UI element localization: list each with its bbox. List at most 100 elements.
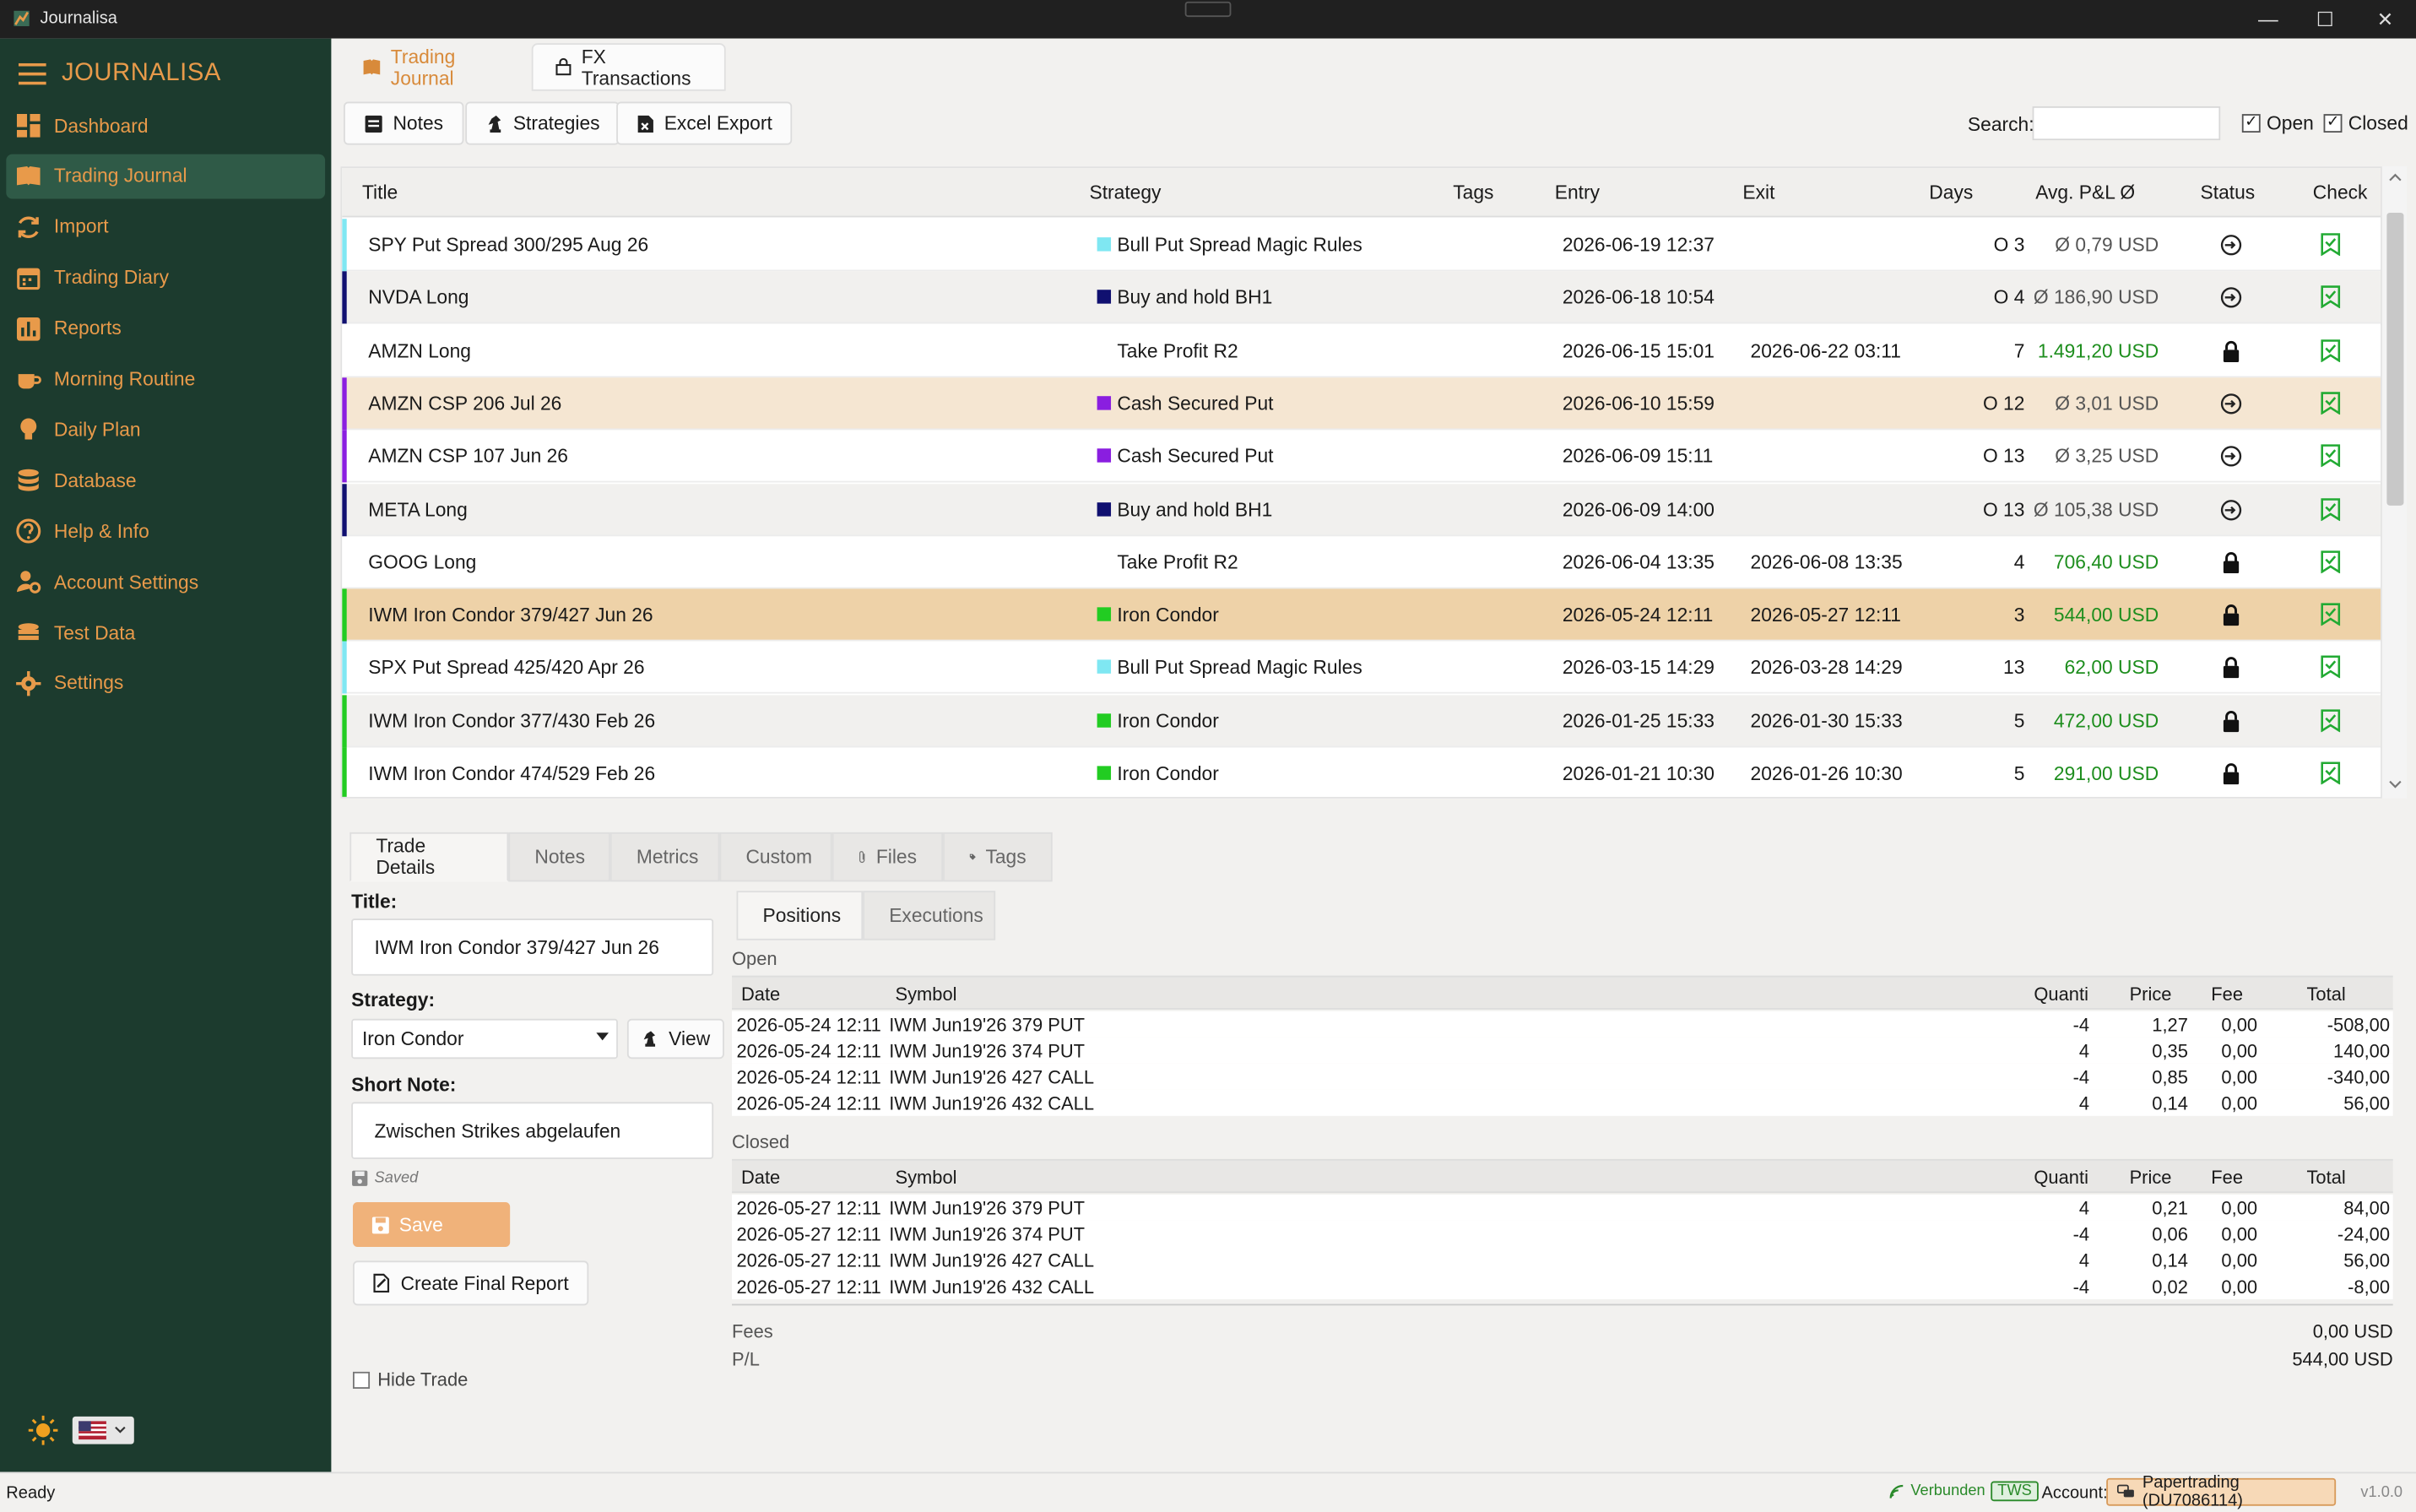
sidebar-item-test-data[interactable]: Test Data: [6, 610, 325, 655]
bookmark-check-icon[interactable]: [2321, 497, 2341, 521]
bookmark-check-icon[interactable]: [2321, 708, 2341, 732]
strategies-button[interactable]: Strategies: [465, 101, 620, 145]
bookmark-check-icon[interactable]: [2321, 603, 2341, 626]
sidebar-item-dashboard[interactable]: Dashboard: [6, 103, 325, 148]
position-total: 56,00: [2343, 1249, 2391, 1272]
bookmark-check-icon[interactable]: [2321, 285, 2341, 309]
sidebar-item-daily-plan[interactable]: Daily Plan: [6, 408, 325, 453]
sidebar-item-settings[interactable]: Settings: [6, 661, 325, 706]
scroll-down-icon[interactable]: [2388, 780, 2402, 789]
create-final-report-button[interactable]: Create Final Report: [352, 1260, 589, 1306]
save-button[interactable]: Save: [352, 1202, 511, 1247]
theme-toggle-sun-icon[interactable]: [28, 1415, 59, 1446]
column-header-status[interactable]: Status: [2201, 182, 2256, 203]
column-header-tags[interactable]: Tags: [1453, 182, 1493, 203]
language-select[interactable]: [72, 1416, 134, 1444]
table-row[interactable]: SPY Put Spread 300/295 Aug 26 Bull Put Sp…: [342, 219, 2381, 272]
excel-export-button[interactable]: Excel Export: [616, 101, 793, 145]
bookmark-check-icon[interactable]: [2321, 761, 2341, 785]
position-row[interactable]: 2026-05-27 12:11 IWM Jun19'26 427 CALL 4 0,…: [732, 1246, 2393, 1274]
column-header-exit[interactable]: Exit: [1742, 182, 1774, 203]
closed-filter-checkbox[interactable]: ✓ Closed: [2323, 112, 2408, 134]
hamburger-menu-icon[interactable]: [18, 62, 46, 85]
bookmark-check-icon[interactable]: [2321, 339, 2341, 362]
search-input[interactable]: [2032, 106, 2221, 141]
tab-trading-journal[interactable]: Trading Journal: [340, 43, 532, 91]
view-strategy-button[interactable]: View: [626, 1018, 724, 1059]
table-scrollbar[interactable]: [2381, 166, 2408, 799]
positions-header: Date Symbol Quanti Price Fee Total: [732, 1158, 2393, 1194]
sidebar-item-account-settings[interactable]: Account Settings: [6, 560, 325, 604]
table-row[interactable]: AMZN CSP 107 Jun 26 Cash Secured Put 2026-…: [342, 430, 2381, 483]
sidebar-item-import[interactable]: Import: [6, 204, 325, 249]
sidebar-item-database[interactable]: Database: [6, 458, 325, 503]
table-row[interactable]: IWM Iron Condor 474/529 Feb 26 Iron Condo…: [342, 747, 2381, 797]
table-row[interactable]: IWM Iron Condor 377/430 Feb 26 Iron Condo…: [342, 694, 2381, 747]
table-row[interactable]: AMZN CSP 206 Jul 26 Cash Secured Put 2026-…: [342, 377, 2381, 431]
tab-notes[interactable]: Notes: [508, 832, 610, 882]
position-row[interactable]: 2026-05-24 12:11 IWM Jun19'26 427 CALL -4 0…: [732, 1063, 2393, 1090]
position-row[interactable]: 2026-05-24 12:11 IWM Jun19'26 432 CALL 4 0,…: [732, 1089, 2393, 1116]
column-header-days[interactable]: Days: [1929, 182, 1973, 203]
strategy-select[interactable]: Iron Condor: [351, 1018, 618, 1059]
column-header-symbol: Symbol: [895, 983, 957, 1005]
position-quantity: 4: [2078, 1040, 2090, 1062]
table-row[interactable]: META Long Buy and hold BH1 2026-06-09 14:0…: [342, 483, 2381, 536]
column-header-entry[interactable]: Entry: [1555, 182, 1600, 203]
tab-positions[interactable]: Positions: [736, 891, 864, 940]
sidebar-item-trading-journal[interactable]: Trading Journal: [6, 154, 326, 199]
open-filter-checkbox[interactable]: ✓ Open: [2241, 112, 2314, 134]
tab-tags[interactable]: Tags: [943, 832, 1053, 882]
table-row[interactable]: AMZN Long Take Profit R2 2026-06-15 15:01 2…: [342, 324, 2381, 377]
tab-executions[interactable]: Executions: [863, 891, 996, 940]
position-row[interactable]: 2026-05-27 12:11 IWM Jun19'26 374 PUT -4 0,…: [732, 1220, 2393, 1247]
position-row[interactable]: 2026-05-27 12:11 IWM Jun19'26 432 CALL -4 0…: [732, 1273, 2393, 1300]
column-header-title[interactable]: Title: [362, 182, 398, 203]
connected-label: Verbunden: [1910, 1482, 1985, 1500]
table-row[interactable]: GOOG Long Take Profit R2 2026-06-04 13:35 2…: [342, 535, 2381, 589]
account-badge[interactable]: Papertrading (DU7086114): [2106, 1473, 2337, 1510]
maximize-button[interactable]: ☐: [2294, 0, 2356, 39]
title-field[interactable]: IWM Iron Condor 379/427 Jun 26: [351, 919, 714, 976]
close-button[interactable]: ✕: [2354, 0, 2416, 39]
position-row[interactable]: 2026-05-24 12:11 IWM Jun19'26 374 PUT 4 0,3…: [732, 1037, 2393, 1064]
table-row[interactable]: IWM Iron Condor 379/427 Jun 26 Iron Condo…: [342, 588, 2381, 642]
column-header-check[interactable]: Check: [2313, 182, 2368, 203]
table-row[interactable]: SPX Put Spread 425/420 Apr 26 Bull Put Sp…: [342, 642, 2381, 695]
column-header-strategy[interactable]: Strategy: [1089, 182, 1161, 203]
tab-fx-transactions[interactable]: FX Transactions: [531, 43, 726, 91]
bookmark-check-icon[interactable]: [2321, 392, 2341, 415]
bookmark-check-icon[interactable]: [2321, 656, 2341, 680]
scroll-up-icon[interactable]: [2388, 172, 2402, 182]
position-symbol: IWM Jun19'26 427 CALL: [889, 1249, 1095, 1272]
position-price: 0,21: [2152, 1197, 2188, 1220]
position-row[interactable]: 2026-05-27 12:11 IWM Jun19'26 379 PUT 4 0,2…: [732, 1194, 2393, 1221]
column-header-avg-pl[interactable]: Avg. P&L Ø: [2035, 182, 2135, 203]
notes-button[interactable]: Notes: [344, 101, 463, 145]
tab-metrics[interactable]: Metrics: [609, 832, 720, 882]
tab-trade-details[interactable]: Trade Details: [349, 832, 509, 882]
trade-entry: 2026-01-21 10:30: [1562, 762, 1715, 785]
sidebar-item-morning-routine[interactable]: Morning Routine: [6, 357, 325, 402]
scrollbar-thumb[interactable]: [2386, 212, 2404, 506]
sidebar-item-help-info[interactable]: Help & Info: [6, 509, 325, 554]
minimize-button[interactable]: —: [2237, 0, 2299, 39]
position-quantity: -4: [2072, 1223, 2090, 1246]
sidebar-item-label: Database: [53, 469, 137, 492]
sidebar-item-trading-diary[interactable]: Trading Diary: [6, 255, 325, 300]
coffee-icon: [18, 373, 41, 388]
tab-files[interactable]: Files: [832, 832, 944, 882]
position-row[interactable]: 2026-05-24 12:11 IWM Jun19'26 379 PUT -4 1,…: [732, 1011, 2393, 1038]
bookmark-check-icon[interactable]: [2321, 444, 2341, 468]
tab-custom[interactable]: Custom: [719, 832, 832, 882]
sidebar-item-reports[interactable]: Reports: [6, 306, 325, 351]
table-row[interactable]: NVDA Long Buy and hold BH1 2026-06-18 10:5…: [342, 271, 2381, 324]
bookmark-check-icon[interactable]: [2321, 550, 2341, 573]
bookmark-check-icon[interactable]: [2321, 233, 2341, 257]
short-note-field[interactable]: Zwischen Strikes abgelaufen: [351, 1102, 714, 1159]
position-total: -340,00: [2327, 1066, 2391, 1088]
drag-handle[interactable]: [1184, 1, 1232, 18]
hide-trade-checkbox[interactable]: Hide Trade: [352, 1368, 468, 1390]
open-position-icon: [2220, 446, 2242, 467]
save-label: Save: [398, 1213, 443, 1236]
